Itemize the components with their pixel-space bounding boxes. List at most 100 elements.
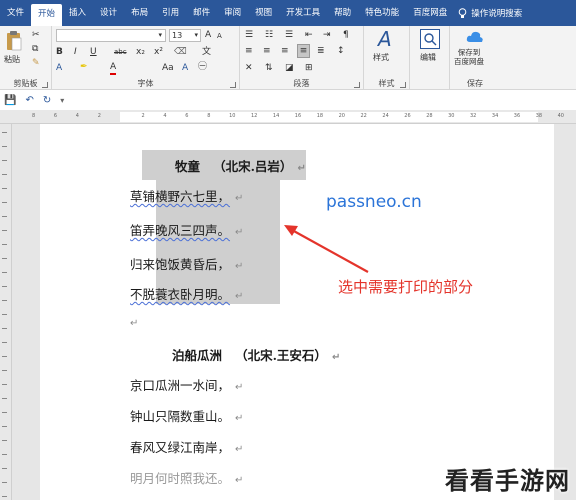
paste-icon[interactable]: [5, 30, 23, 52]
tab-layout[interactable]: 布局: [124, 0, 155, 26]
save-to-netdisk-button[interactable]: 保存到 百度网盘: [454, 48, 484, 66]
tab-baidu-netdisk[interactable]: 百度网盘: [406, 0, 454, 26]
tell-me-search[interactable]: 操作说明搜索: [454, 7, 522, 19]
horizontal-ruler[interactable]: 8 6 4 2 2 4 6 8 10 12 14 16 18 20 22 24 26 28 30 32 34 36 38 40: [0, 110, 576, 124]
sort-icon[interactable]: ⇅: [265, 62, 273, 74]
align-right-icon[interactable]: ≡: [281, 45, 289, 57]
ruler-tick-mark: [2, 132, 7, 133]
font-size-dropdown[interactable]: 13 ▾: [169, 29, 201, 42]
text-effects-icon[interactable]: A: [56, 62, 62, 74]
italic-button[interactable]: I: [74, 46, 77, 58]
decrease-indent-icon[interactable]: ⇤: [305, 29, 313, 41]
poem2-author: （北宋.王安石）: [235, 348, 327, 363]
tab-file[interactable]: 文件: [0, 0, 31, 26]
styles-expand-icon[interactable]: [400, 82, 406, 88]
ruler-tick-mark: [2, 398, 7, 399]
asian-layout-icon[interactable]: ✕: [245, 62, 253, 74]
show-marks-icon[interactable]: ¶: [343, 29, 349, 41]
search-icon[interactable]: [420, 29, 440, 49]
poem1-heading: 牧童 （北宋.吕岩） ↵: [175, 156, 306, 175]
change-case-icon[interactable]: Aa: [162, 62, 174, 74]
multilevel-list-icon[interactable]: ☰: [285, 29, 293, 41]
character-border-icon[interactable]: A: [182, 62, 188, 74]
align-center-icon[interactable]: ≡: [263, 45, 271, 57]
poem2-line: 京口瓜洲一水间， ↵: [130, 375, 243, 394]
paragraph-mark: ↵: [235, 382, 244, 393]
tab-home[interactable]: 开始: [31, 4, 63, 26]
font-name-dropdown[interactable]: ▾: [56, 29, 166, 42]
site-watermark: passneo.cn: [326, 192, 422, 212]
cut-icon[interactable]: ✂: [32, 29, 40, 41]
format-painter-icon[interactable]: ✎: [32, 57, 40, 69]
paragraph-group: ☰ ☷ ☰ ⇤ ⇥ ¶ ≡ ≡ ≡ ≡ ≣ ↕ ✕ ⇅ ◪ ⊞ 段落: [240, 26, 364, 90]
undo-icon[interactable]: ↶: [25, 95, 33, 106]
tab-insert[interactable]: 插入: [62, 0, 93, 26]
line-spacing-icon[interactable]: ↕: [337, 45, 345, 57]
align-left-icon[interactable]: ≡: [245, 45, 253, 57]
poem1-line-text: 归来饱饭黄昏后，: [130, 257, 231, 272]
ruler-tick-label: 30: [448, 113, 455, 119]
ruler-tick-mark: [2, 370, 7, 371]
tab-references[interactable]: 引用: [155, 0, 186, 26]
document-page[interactable]: [40, 124, 554, 500]
redo-icon[interactable]: ↻: [43, 95, 51, 106]
paragraph-mark: ↵: [235, 444, 244, 455]
bullets-icon[interactable]: ☰: [245, 29, 253, 41]
poem1-line: 笛弄晚风三四声。 ↵: [130, 220, 243, 239]
ruler-tick-mark: [2, 426, 7, 427]
font-expand-icon[interactable]: [230, 82, 236, 88]
shading-icon[interactable]: ◪: [285, 62, 294, 74]
shrink-font-icon[interactable]: A: [217, 30, 222, 42]
editing-button[interactable]: 编辑: [420, 52, 436, 64]
subscript-button[interactable]: x₂: [136, 46, 145, 58]
tab-help[interactable]: 帮助: [327, 0, 358, 26]
increase-indent-icon[interactable]: ⇥: [323, 29, 331, 41]
customize-toolbar-icon[interactable]: ▾: [60, 96, 64, 105]
paragraph-mark: ↵: [235, 413, 244, 424]
save-icon[interactable]: 💾: [4, 95, 16, 106]
ruler-tick-mark: [2, 482, 7, 483]
paragraph-mark: ↵: [235, 261, 244, 272]
paste-button[interactable]: 粘贴: [4, 54, 20, 66]
borders-icon[interactable]: ⊞: [305, 62, 313, 74]
ruler-tick-mark: [2, 216, 7, 217]
tab-features[interactable]: 特色功能: [358, 0, 406, 26]
tab-developer[interactable]: 开发工具: [279, 0, 327, 26]
highlight-color-icon[interactable]: ✒: [80, 61, 88, 73]
poem2-title: 泊船瓜洲: [172, 348, 223, 363]
poem1-line: 不脱蓑衣卧月明。 ↵: [130, 284, 243, 303]
font-color-icon[interactable]: A: [110, 61, 117, 75]
tab-design[interactable]: 设计: [93, 0, 124, 26]
ruler-tick-label: 34: [491, 113, 499, 119]
strikethrough-button[interactable]: abc: [114, 46, 127, 58]
clipboard-group: 粘贴 ✂ ⧉ ✎ 剪贴板: [0, 26, 52, 90]
styles-icon[interactable]: A: [378, 28, 392, 50]
numbering-icon[interactable]: ☷: [265, 29, 273, 41]
clear-format-icon[interactable]: ⌫: [174, 46, 187, 58]
ruler-tick-mark: [2, 412, 7, 413]
justify-icon[interactable]: ≡: [297, 44, 310, 58]
styles-button[interactable]: 样式: [373, 52, 389, 64]
copy-icon[interactable]: ⧉: [32, 43, 38, 55]
ruler-tick-label: 6: [185, 113, 189, 119]
poem2-line-text: 京口瓜洲一水间，: [130, 378, 231, 393]
tab-mailings[interactable]: 邮件: [186, 0, 217, 26]
vertical-ruler[interactable]: [0, 124, 12, 500]
poem2-heading: 泊船瓜洲 （北宋.王安石） ↵: [172, 345, 340, 364]
underline-button[interactable]: U: [90, 46, 97, 58]
phonetic-guide-icon[interactable]: 文: [202, 46, 211, 58]
ruler-tick-label: 4: [75, 113, 79, 119]
tab-view[interactable]: 视图: [248, 0, 279, 26]
enclose-characters-icon[interactable]: ㊀: [198, 61, 207, 73]
cloud-save-icon[interactable]: [466, 29, 484, 45]
ruler-tick-mark: [2, 188, 7, 189]
clipboard-expand-icon[interactable]: [42, 82, 48, 88]
chevron-down-icon: ▾: [194, 31, 198, 39]
distributed-icon[interactable]: ≣: [317, 45, 325, 57]
superscript-button[interactable]: x²: [154, 46, 163, 58]
grow-font-icon[interactable]: A: [205, 29, 211, 41]
ruler-tick-label: 32: [470, 113, 477, 119]
tab-review[interactable]: 审阅: [217, 0, 248, 26]
bold-button[interactable]: B: [56, 46, 63, 58]
paragraph-expand-icon[interactable]: [354, 82, 360, 88]
